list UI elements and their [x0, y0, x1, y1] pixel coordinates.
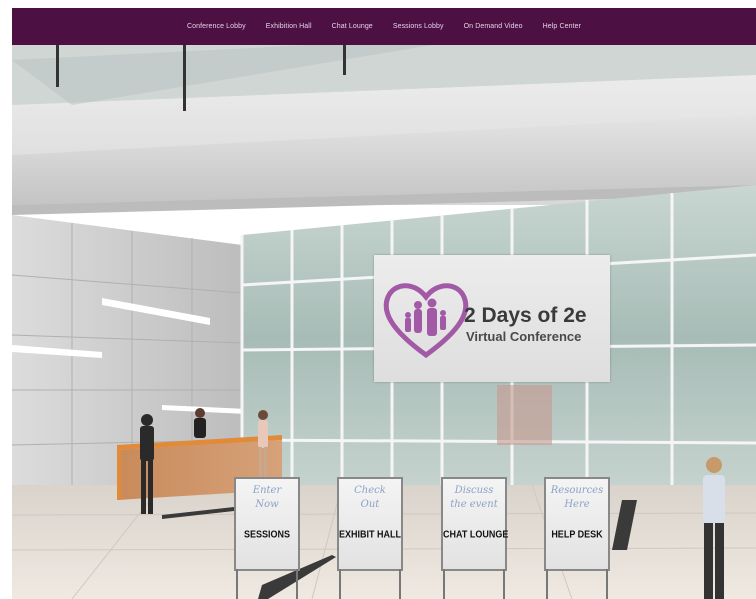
sign-board: Resources Here HELP DESK	[544, 477, 610, 571]
nav-sessions-lobby[interactable]: Sessions Lobby	[393, 23, 444, 30]
sign-handwritten-line2: Out	[360, 499, 380, 510]
top-nav-bar: Conference Lobby Exhibition Hall Chat Lo…	[12, 8, 756, 45]
nav-on-demand-video[interactable]: On Demand Video	[464, 23, 523, 30]
sign-label: CHAT LOUNGE	[443, 528, 509, 540]
sign-handwritten-line2: Now	[255, 499, 279, 510]
sign-leg	[296, 569, 298, 599]
sign-handwritten-line1: Discuss	[454, 485, 494, 496]
sign-label: HELP DESK	[551, 528, 603, 540]
nav-help-center[interactable]: Help Center	[543, 23, 581, 30]
sign-leg	[606, 569, 608, 599]
sign-leg	[339, 569, 341, 599]
sign-board: Check Out EXHIBIT HALL	[337, 477, 403, 571]
sign-label: EXHIBIT HALL	[339, 528, 401, 540]
sign-board: Enter Now SESSIONS	[234, 477, 300, 571]
sign-handwritten-line2: the event	[450, 499, 498, 510]
sign-leg	[236, 569, 238, 599]
sign-board: Discuss the event CHAT LOUNGE	[441, 477, 509, 571]
nav-exhibition-hall[interactable]: Exhibition Hall	[266, 23, 312, 30]
sign-leg	[399, 569, 401, 599]
nav-chat-lounge[interactable]: Chat Lounge	[332, 23, 373, 30]
sign-sessions[interactable]: Enter Now SESSIONS	[232, 477, 302, 599]
virtual-lobby-scene: 2 Days of 2e Virtual Conference Enter No…	[12, 45, 756, 599]
sign-handwritten-line1: Resources	[550, 485, 604, 496]
sign-handwritten-line1: Check	[354, 485, 386, 496]
sign-label: SESSIONS	[243, 528, 290, 540]
heart-family-logo-icon	[383, 283, 469, 359]
sign-chat-lounge[interactable]: Discuss the event CHAT LOUNGE	[439, 477, 509, 599]
sign-handwritten-line2: Here	[564, 499, 590, 510]
sign-handwritten-line1: Enter	[252, 485, 282, 496]
sign-exhibit-hall[interactable]: Check Out EXHIBIT HALL	[335, 477, 405, 599]
sign-leg	[443, 569, 445, 599]
sign-help-desk[interactable]: Resources Here HELP DESK	[542, 477, 612, 599]
banner-subtitle: Virtual Conference	[466, 329, 582, 344]
nav-conference-lobby[interactable]: Conference Lobby	[187, 23, 246, 30]
sign-leg	[546, 569, 548, 599]
banner-title: 2 Days of 2e	[464, 304, 587, 327]
sign-leg	[503, 569, 505, 599]
conference-banner: 2 Days of 2e Virtual Conference	[374, 255, 610, 382]
